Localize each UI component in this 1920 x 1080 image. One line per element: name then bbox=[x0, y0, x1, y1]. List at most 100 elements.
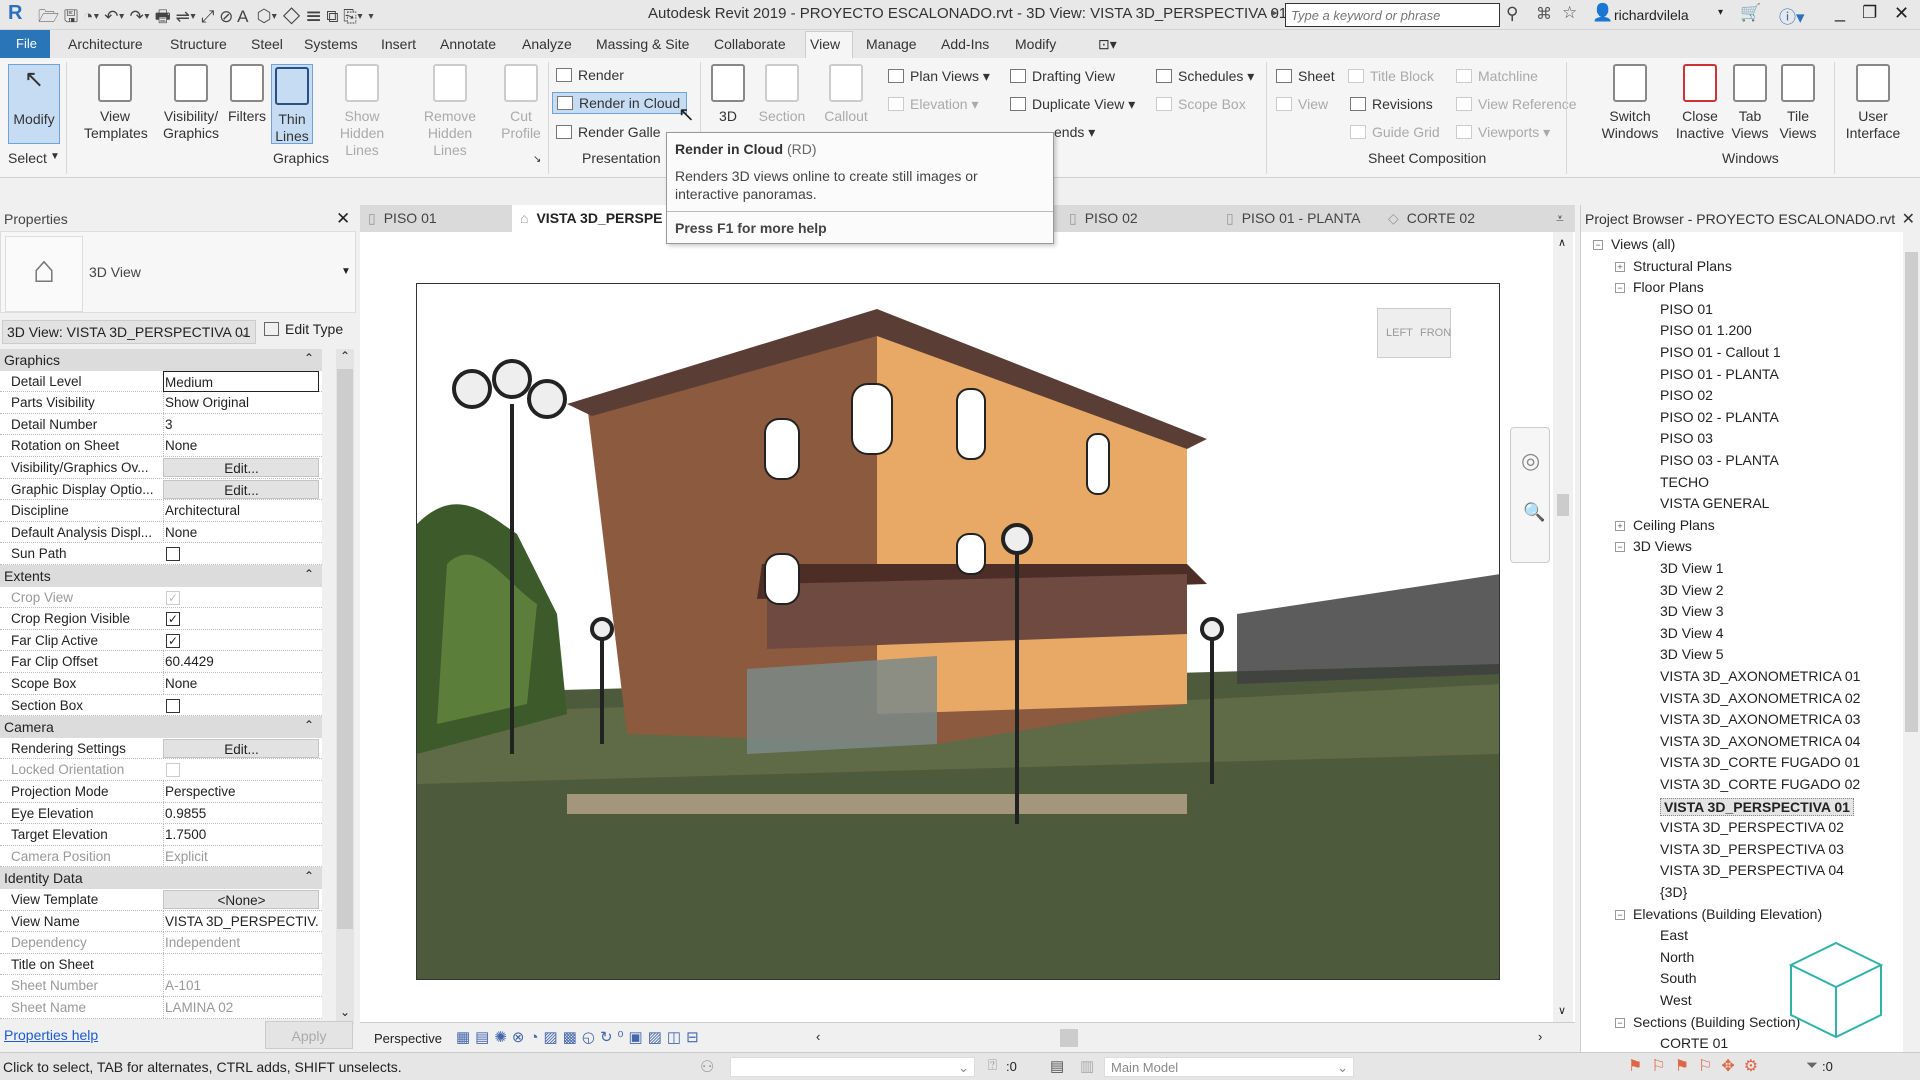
selection-toggle-icons[interactable]: ⚑⚐⚑⚐✥⚙ bbox=[1628, 1056, 1767, 1076]
property-checkbox[interactable] bbox=[166, 763, 180, 778]
drafting-view-button[interactable]: Drafting View bbox=[1010, 68, 1115, 84]
ribbon-tab-steel[interactable]: Steel bbox=[251, 36, 283, 52]
section-button[interactable]: Section bbox=[756, 64, 808, 125]
elevation-button[interactable]: Elevation ▾ bbox=[888, 96, 979, 113]
scroll-down-icon[interactable]: ⌄ bbox=[340, 1005, 350, 1019]
search-input[interactable] bbox=[1285, 3, 1500, 27]
browser-item[interactable]: VISTA 3D_PERSPECTIVA 02 bbox=[1660, 819, 1844, 835]
browser-item[interactable]: East bbox=[1660, 927, 1688, 943]
browser-item[interactable]: Views (all) bbox=[1611, 236, 1675, 252]
view-tab[interactable]: ◇ CORTE 02 bbox=[1388, 210, 1475, 227]
cart-icon[interactable]: 🛒 bbox=[1740, 3, 1761, 23]
property-value[interactable]: 1.7500 bbox=[163, 824, 319, 846]
browser-item[interactable]: Floor Plans bbox=[1633, 279, 1704, 295]
collapse-node-icon[interactable]: − bbox=[1593, 240, 1603, 250]
projection-mode-label[interactable]: Perspective bbox=[374, 1031, 442, 1046]
browser-item[interactable]: 3D View 2 bbox=[1660, 582, 1724, 598]
browser-item[interactable]: 3D View 4 bbox=[1660, 625, 1724, 641]
tile-views-button[interactable]: Tile Views bbox=[1778, 64, 1818, 142]
minimize-button[interactable]: _ bbox=[1835, 2, 1845, 23]
property-value[interactable]: Perspective bbox=[163, 781, 319, 802]
properties-help-link[interactable]: Properties help bbox=[4, 1027, 98, 1043]
viewports-button[interactable]: Viewports ▾ bbox=[1456, 124, 1550, 141]
view-tab[interactable]: ▯ PISO 01 - PLANTA bbox=[1226, 210, 1361, 227]
render-button[interactable]: Render bbox=[556, 67, 624, 83]
browser-item[interactable]: CORTE 01 bbox=[1660, 1035, 1728, 1051]
view-reference-button[interactable]: View Reference bbox=[1456, 96, 1577, 112]
property-value[interactable]: None bbox=[163, 435, 319, 457]
schedules-button[interactable]: Schedules ▾ bbox=[1156, 68, 1254, 85]
design-option-dropdown[interactable]: Main Model ⌄ bbox=[1104, 1057, 1354, 1077]
property-edit-button[interactable]: Edit... bbox=[163, 479, 319, 499]
3d-viewport[interactable]: LEFT FRON bbox=[416, 283, 1500, 980]
render-gallery-button[interactable]: Render Galle bbox=[556, 124, 661, 140]
title-block-button[interactable]: Title Block bbox=[1348, 68, 1434, 84]
ribbon-tab-insert[interactable]: Insert bbox=[381, 36, 416, 52]
worksets-icon[interactable]: ⚇ bbox=[700, 1057, 714, 1077]
browser-item[interactable]: VISTA 3D_AXONOMETRICA 01 bbox=[1660, 668, 1860, 684]
expand-node-icon[interactable]: + bbox=[1615, 520, 1625, 531]
search-expand-icon[interactable]: ▸ bbox=[1272, 6, 1278, 19]
scroll-down-icon[interactable]: ∨ bbox=[1558, 1004, 1566, 1017]
ribbon-tab-analyze[interactable]: Analyze bbox=[522, 36, 572, 52]
ribbon-tab-structure[interactable]: Structure bbox=[170, 36, 227, 52]
properties-scrollbar[interactable]: ⌃ ⌄ bbox=[336, 349, 354, 1025]
ribbon-tab-systems[interactable]: Systems bbox=[304, 36, 358, 52]
ribbon-tab-add-ins[interactable]: Add-Ins bbox=[941, 36, 989, 52]
browser-item[interactable]: 3D View 3 bbox=[1660, 603, 1724, 619]
view-tab-menu-icon[interactable]: ⩡ bbox=[1556, 210, 1564, 227]
view-tab[interactable]: ▯ PISO 01 bbox=[368, 210, 437, 227]
visibility-graphics-button[interactable]: Visibility/ Graphics bbox=[158, 64, 224, 142]
browser-scrollbar[interactable] bbox=[1903, 232, 1920, 1052]
matchline-button[interactable]: Matchline bbox=[1456, 68, 1538, 84]
property-value[interactable] bbox=[163, 953, 319, 975]
browser-item[interactable]: VISTA GENERAL bbox=[1660, 495, 1769, 511]
thin-lines-button[interactable]: Thin Lines bbox=[271, 64, 313, 144]
browser-item[interactable]: VISTA 3D_AXONOMETRICA 02 bbox=[1660, 690, 1860, 706]
browser-item[interactable]: Ceiling Plans bbox=[1633, 517, 1715, 533]
property-group-header[interactable]: Graphics ⌃ bbox=[0, 349, 322, 371]
property-value[interactable]: Show Original bbox=[163, 392, 319, 414]
scroll-up-icon[interactable]: ∧ bbox=[1558, 236, 1566, 249]
viewcube[interactable]: LEFT FRON bbox=[1377, 308, 1451, 358]
browser-item[interactable]: Elevations (Building Elevation) bbox=[1633, 906, 1822, 922]
subscription-center-icon[interactable]: ⌘ bbox=[1536, 4, 1552, 24]
ribbon-tab-collaborate[interactable]: Collaborate bbox=[714, 36, 786, 52]
ribbon-tab-modify[interactable]: Modify bbox=[1015, 36, 1056, 52]
instance-filter-dropdown[interactable]: 3D View: VISTA 3D_PERSPECTIVA 01 ⌄ bbox=[2, 320, 256, 344]
collapse-icon[interactable]: ⌃ bbox=[304, 869, 314, 883]
property-value[interactable]: Architectural bbox=[163, 500, 319, 522]
remove-hidden-lines-button[interactable]: Remove Hidden Lines bbox=[420, 64, 480, 159]
close-button[interactable]: ✕ bbox=[1894, 3, 1909, 24]
ribbon-minimize-icon[interactable]: ⊡▾ bbox=[1098, 36, 1117, 53]
property-group-header[interactable]: Extents ⌃ bbox=[0, 565, 322, 587]
browser-item[interactable]: VISTA 3D_PERSPECTIVA 04 bbox=[1660, 862, 1844, 878]
property-checkbox[interactable] bbox=[166, 547, 180, 562]
viewcube-left-face[interactable]: LEFT bbox=[1386, 327, 1413, 339]
apply-button[interactable]: Apply bbox=[265, 1021, 353, 1049]
property-group-header[interactable]: Camera ⌃ bbox=[0, 716, 322, 738]
ribbon-tab-massing-site[interactable]: Massing & Site bbox=[596, 36, 689, 52]
select-panel-label[interactable]: Select bbox=[8, 150, 47, 166]
editing-requests-icon[interactable]: ⍰ bbox=[988, 1057, 997, 1074]
favorites-star-icon[interactable]: ☆ bbox=[1562, 3, 1577, 23]
collapse-icon[interactable]: ⌃ bbox=[304, 567, 314, 581]
active-workset-dropdown[interactable]: ⌄ bbox=[730, 1057, 975, 1077]
browser-item[interactable]: PISO 01 - PLANTA bbox=[1660, 366, 1779, 382]
ribbon-tab-view[interactable]: View bbox=[810, 36, 840, 52]
project-browser-close-icon[interactable]: ✕ bbox=[1902, 209, 1915, 229]
restore-button[interactable]: ❐ bbox=[1862, 3, 1877, 23]
canvas-vertical-scrollbar[interactable]: ∧ ∨ bbox=[1553, 232, 1573, 1022]
guide-grid-button[interactable]: Guide Grid bbox=[1350, 124, 1440, 140]
ribbon-tab-file[interactable]: File bbox=[0, 30, 50, 58]
exclude-options-icon[interactable]: ▥ bbox=[1080, 1057, 1094, 1075]
collapse-node-icon[interactable]: − bbox=[1615, 283, 1625, 294]
browser-item[interactable]: North bbox=[1660, 949, 1694, 965]
sheet-button[interactable]: Sheet bbox=[1276, 68, 1335, 84]
browser-item[interactable]: Structural Plans bbox=[1633, 258, 1732, 274]
tab-views-button[interactable]: Tab Views bbox=[1730, 64, 1770, 142]
browser-item[interactable]: 3D Views bbox=[1633, 538, 1692, 554]
property-value[interactable]: None bbox=[163, 673, 319, 694]
browser-item[interactable]: {3D} bbox=[1660, 884, 1687, 900]
3d-view-button[interactable]: 3D bbox=[706, 64, 750, 125]
